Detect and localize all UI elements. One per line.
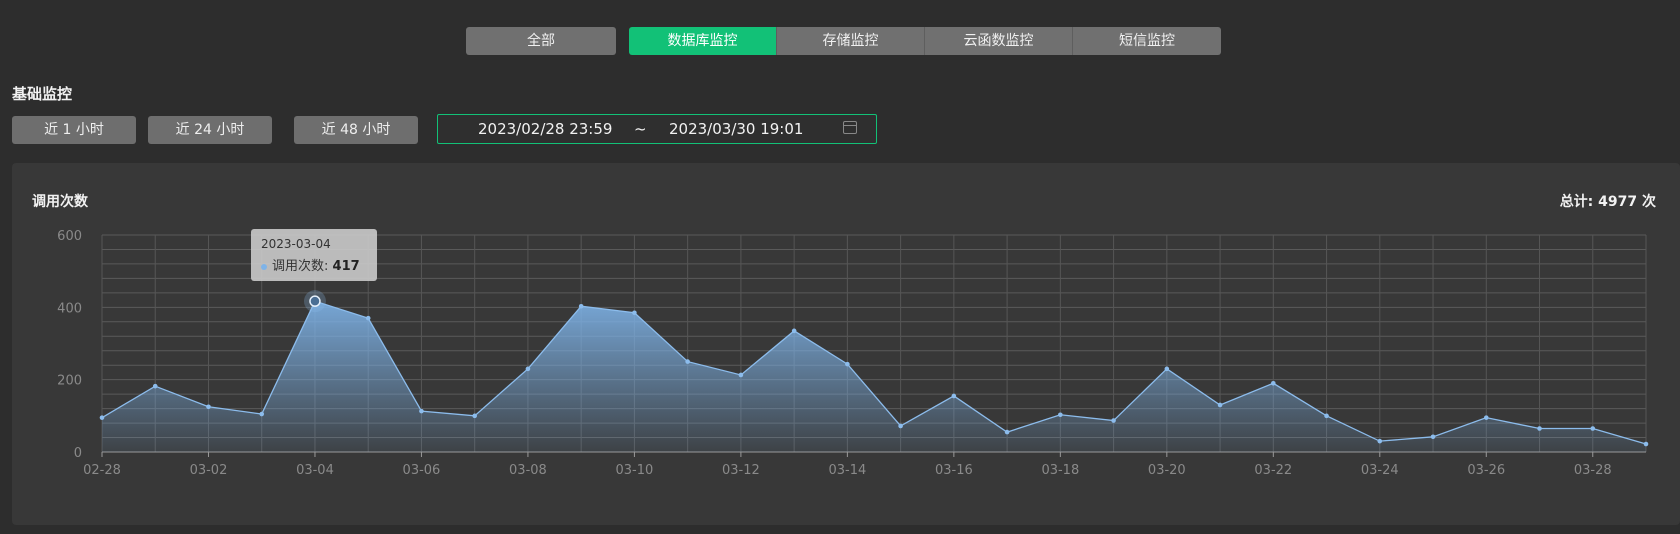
data-point xyxy=(525,366,531,372)
data-point xyxy=(951,393,957,399)
tab-all[interactable]: 全部 xyxy=(466,27,616,55)
data-point xyxy=(1643,441,1649,447)
data-point xyxy=(845,361,850,367)
data-point xyxy=(1217,402,1223,408)
data-point xyxy=(1483,415,1489,420)
x-tick-label: 02-28 xyxy=(83,463,121,478)
y-tick-label: 600 xyxy=(57,229,82,244)
highlight-point xyxy=(309,295,321,307)
tooltip-label: 调用次数: xyxy=(272,259,329,274)
x-tick-label: 03-08 xyxy=(509,463,547,478)
data-point xyxy=(1111,418,1116,423)
tab-sms-monitor[interactable]: 短信监控 xyxy=(1073,27,1221,55)
chart-tooltip: 2023-03-04 调用次数: 417 xyxy=(251,229,377,281)
x-tick-label: 03-28 xyxy=(1574,463,1612,478)
data-point xyxy=(1004,429,1010,435)
section-title: 基础监控 xyxy=(12,85,73,103)
data-point xyxy=(1324,413,1329,419)
data-point xyxy=(259,411,265,417)
data-point xyxy=(99,415,105,420)
range-24h-button[interactable]: 近 24 小时 xyxy=(148,116,272,144)
data-point xyxy=(1537,426,1542,431)
x-tick-label: 03-14 xyxy=(828,463,866,478)
data-point xyxy=(1377,438,1383,444)
chart-panel: 调用次数 总计: 4977 次 0 200 400 600 02-28 03-02 03-0… xyxy=(12,163,1680,525)
area-chart: 0 200 400 600 02-28 03-02 03-04 03-06 03-08 03-10… xyxy=(57,229,1649,478)
tooltip-row: 调用次数: 417 xyxy=(261,255,360,274)
x-tick-label: 03-22 xyxy=(1254,463,1292,478)
x-tick-label: 03-10 xyxy=(616,463,654,478)
x-tick-label: 03-20 xyxy=(1148,463,1186,478)
data-point xyxy=(1590,426,1596,431)
data-point xyxy=(1164,366,1170,372)
date-start[interactable]: 2023/02/28 23:59 xyxy=(478,120,612,138)
tab-storage-monitor[interactable]: 存储监控 xyxy=(777,27,925,55)
data-point xyxy=(791,328,797,334)
series-dot-icon xyxy=(261,263,267,270)
data-point xyxy=(365,315,371,321)
data-point xyxy=(472,413,477,419)
data-point xyxy=(419,408,424,414)
monitor-tab-group: 数据库监控 存储监控 云函数监控 短信监控 xyxy=(629,27,1221,55)
range-1h-button[interactable]: 近 1 小时 xyxy=(12,116,136,144)
data-point xyxy=(898,423,903,429)
y-tick-label: 200 xyxy=(57,374,82,389)
date-range-picker[interactable]: 2023/02/28 23:59 ~ 2023/03/30 19:01 xyxy=(437,114,877,144)
tooltip-date: 2023-03-04 xyxy=(261,237,331,251)
x-tick-label: 03-16 xyxy=(935,463,973,478)
range-48h-button[interactable]: 近 48 小时 xyxy=(294,116,418,144)
data-point xyxy=(578,303,584,309)
data-point xyxy=(685,359,690,364)
data-point xyxy=(206,404,211,410)
series-area xyxy=(102,301,1646,452)
y-tick-label: 400 xyxy=(57,301,82,316)
date-separator: ~ xyxy=(634,120,647,138)
data-point xyxy=(1430,434,1436,440)
calendar-icon[interactable] xyxy=(843,121,857,134)
y-tick-label: 0 xyxy=(74,446,82,461)
tab-function-monitor[interactable]: 云函数监控 xyxy=(925,27,1073,55)
x-tick-label: 03-26 xyxy=(1467,463,1505,478)
x-tick-label: 03-12 xyxy=(722,463,760,478)
data-point xyxy=(632,310,637,316)
data-point xyxy=(1058,412,1063,418)
x-tick-label: 03-18 xyxy=(1041,463,1079,478)
data-point xyxy=(1271,380,1276,386)
x-tick-label: 03-06 xyxy=(403,463,441,478)
x-tick-label: 03-24 xyxy=(1361,463,1399,478)
x-tick-label: 03-04 xyxy=(296,463,334,478)
date-end[interactable]: 2023/03/30 19:01 xyxy=(669,120,803,138)
tab-database-monitor[interactable]: 数据库监控 xyxy=(629,27,777,55)
data-point xyxy=(738,372,744,378)
x-tick-label: 03-02 xyxy=(190,463,228,478)
data-point xyxy=(152,383,158,389)
tooltip-value: 417 xyxy=(332,259,360,274)
